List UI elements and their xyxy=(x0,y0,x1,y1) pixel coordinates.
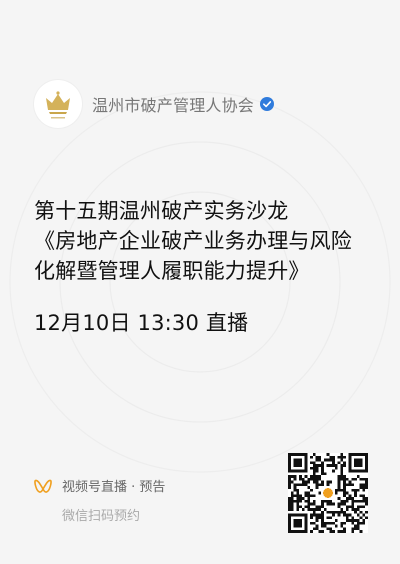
event-title: 第十五期温州破产实务沙龙 《房地产企业破产业务办理与风险 化解暨管理人履职能力提… xyxy=(34,196,384,286)
event-title-line: 《房地产企业破产业务办理与风险 xyxy=(34,229,352,253)
wechat-channels-icon xyxy=(34,479,52,493)
event-schedule: 12月10日 13:30 直播 xyxy=(34,311,249,335)
footer-info: 视频号直播 · 预告 微信扫码预约 xyxy=(34,476,165,524)
verified-check-icon xyxy=(260,97,275,111)
account-header[interactable]: 温州市破产管理人协会 xyxy=(34,80,275,128)
event-title-line: 第十五期温州破产实务沙龙 xyxy=(34,199,289,223)
account-name[interactable]: 温州市破产管理人协会 xyxy=(92,92,254,116)
scan-instruction: 微信扫码预约 xyxy=(62,509,141,524)
live-preview-card: 温州市破产管理人协会 第十五期温州破产实务沙龙 《房地产企业破产业务办理与风险 … xyxy=(0,0,400,564)
qr-code-icon[interactable] xyxy=(288,453,368,533)
event-title-line: 化解暨管理人履职能力提升》 xyxy=(34,259,310,283)
channel-label: 视频号直播 · 预告 xyxy=(62,480,166,495)
qr-center-logo xyxy=(323,488,333,498)
crown-logo-icon[interactable] xyxy=(34,80,82,128)
